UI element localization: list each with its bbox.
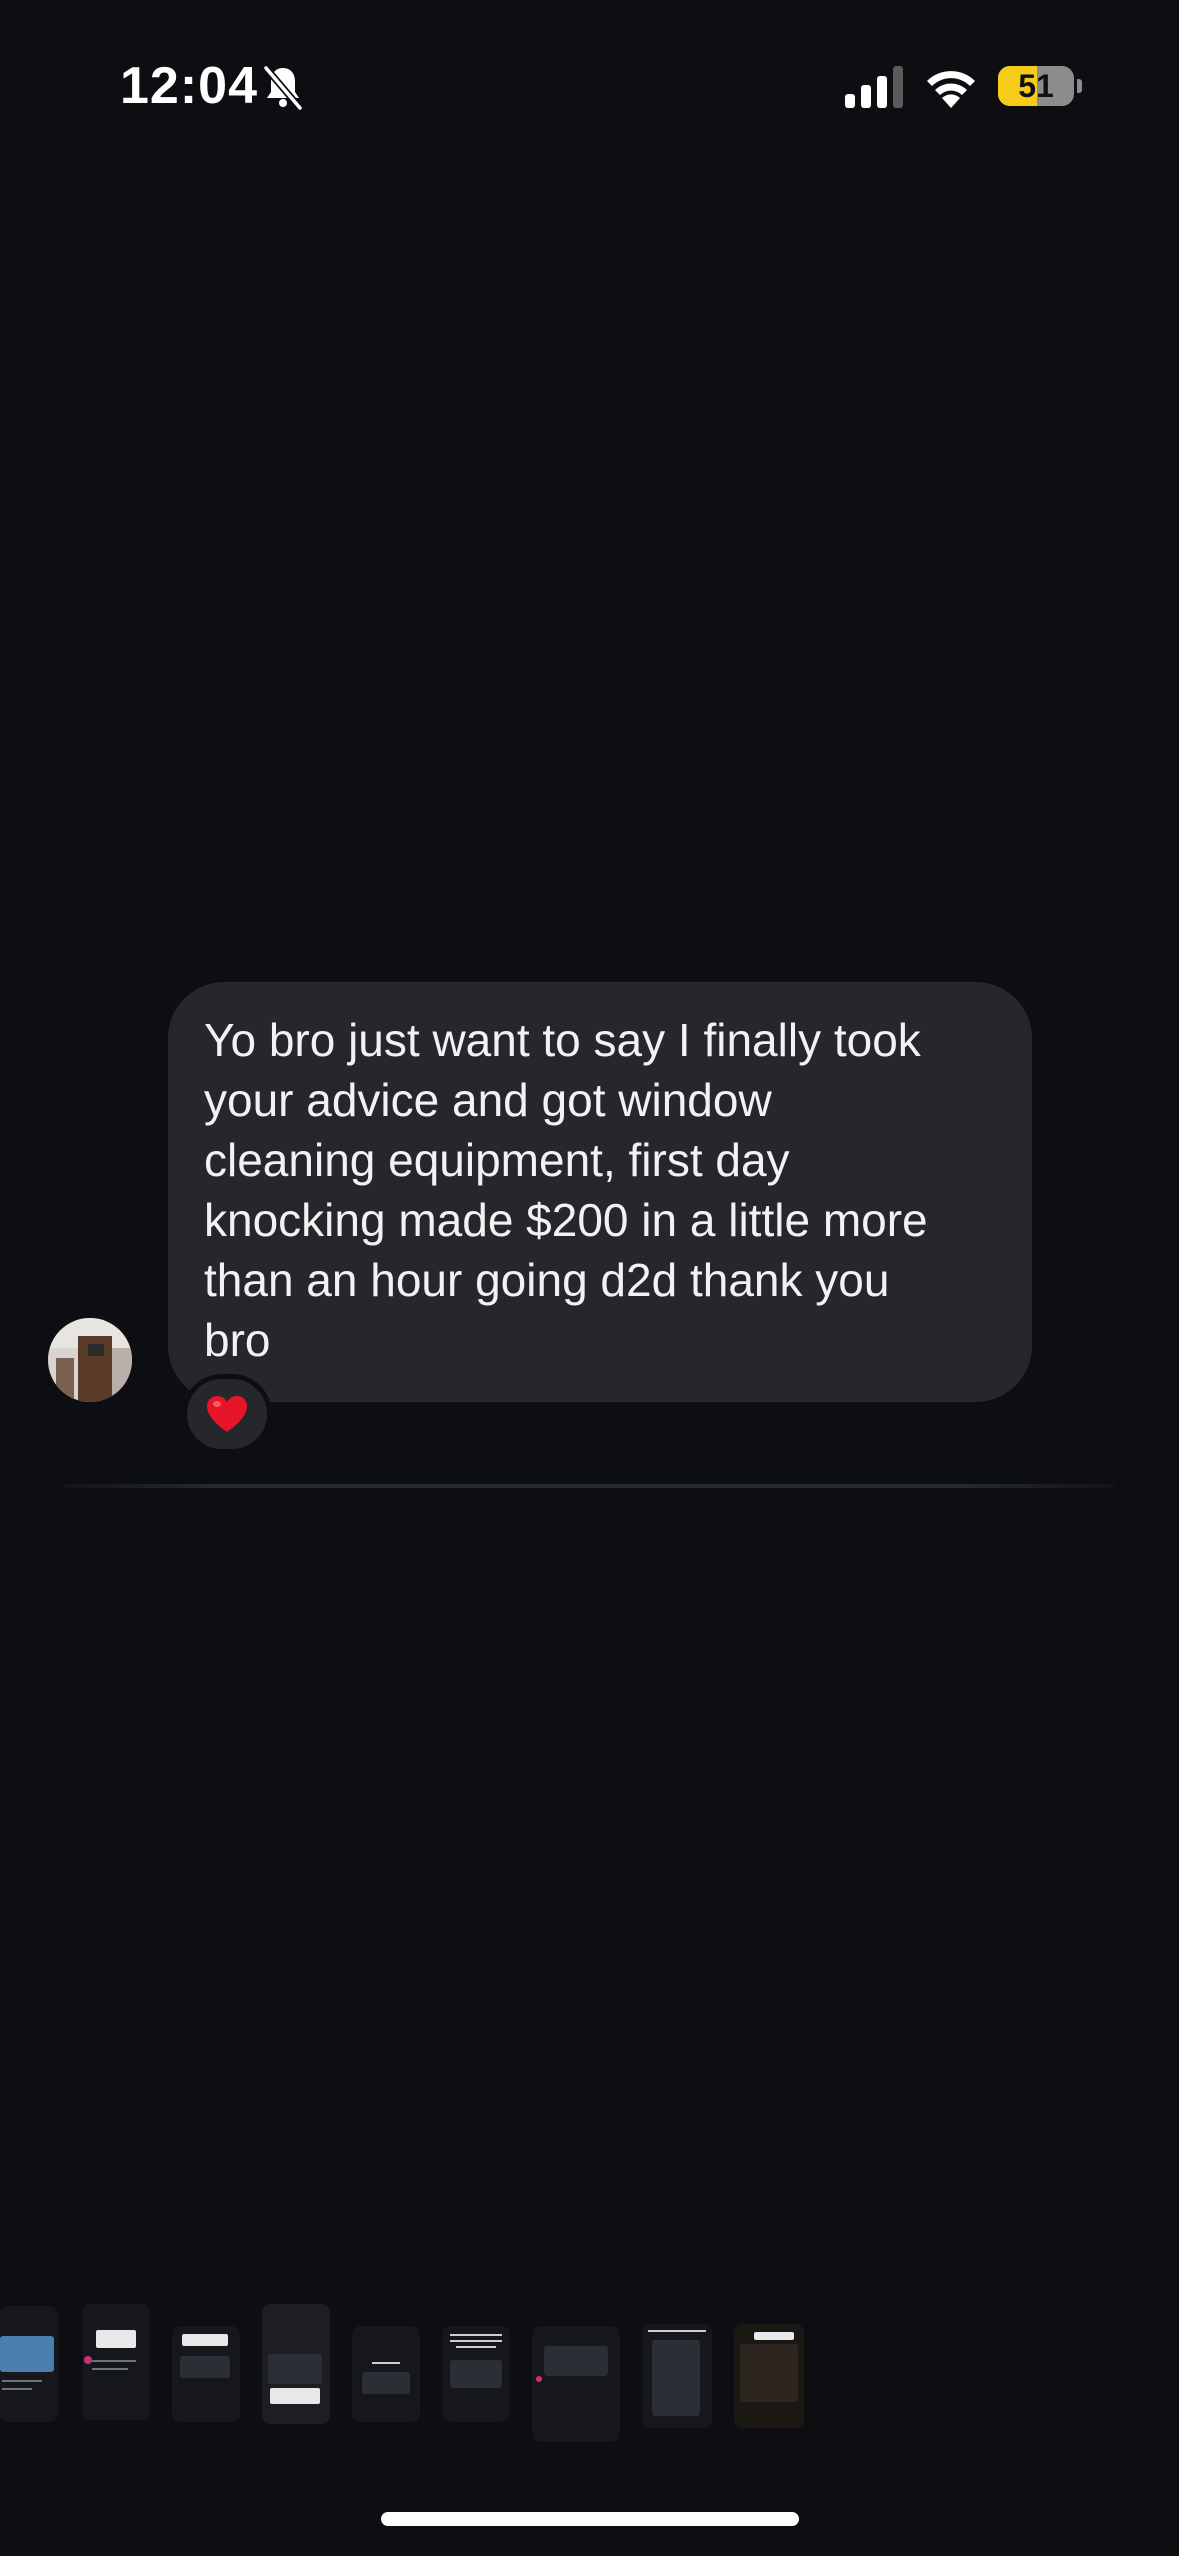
status-bar: 12:04 51 <box>0 0 1179 170</box>
thumbnail-6[interactable] <box>442 2326 510 2422</box>
thumbnail-7[interactable] <box>532 2326 620 2442</box>
thumbnail-4[interactable] <box>262 2304 330 2424</box>
conversation-divider <box>64 1484 1114 1488</box>
battery-indicator: 51 <box>998 66 1082 106</box>
bell-slash-icon <box>262 64 304 112</box>
thumbnail-8[interactable] <box>642 2324 712 2428</box>
wifi-icon <box>927 71 975 108</box>
home-indicator[interactable] <box>381 2512 799 2526</box>
message-bubble[interactable]: Yo bro just want to say I finally took y… <box>168 982 1032 1402</box>
thumbnail-2[interactable] <box>82 2304 150 2420</box>
thumbnail-1[interactable] <box>0 2306 58 2422</box>
battery-level: 51 <box>1018 68 1054 104</box>
thumbnail-3[interactable] <box>172 2326 240 2422</box>
thumbnail-5[interactable] <box>352 2326 420 2422</box>
heart-icon <box>207 1396 247 1432</box>
avatar-photo <box>48 1318 132 1402</box>
thumbnail-9[interactable] <box>734 2324 804 2428</box>
status-time: 12:04 <box>120 57 258 115</box>
heart-reaction[interactable] <box>182 1374 272 1454</box>
profile-avatar[interactable] <box>48 1318 132 1402</box>
thumbnail-strip[interactable] <box>0 2300 1179 2450</box>
cellular-signal-icon <box>845 66 903 108</box>
